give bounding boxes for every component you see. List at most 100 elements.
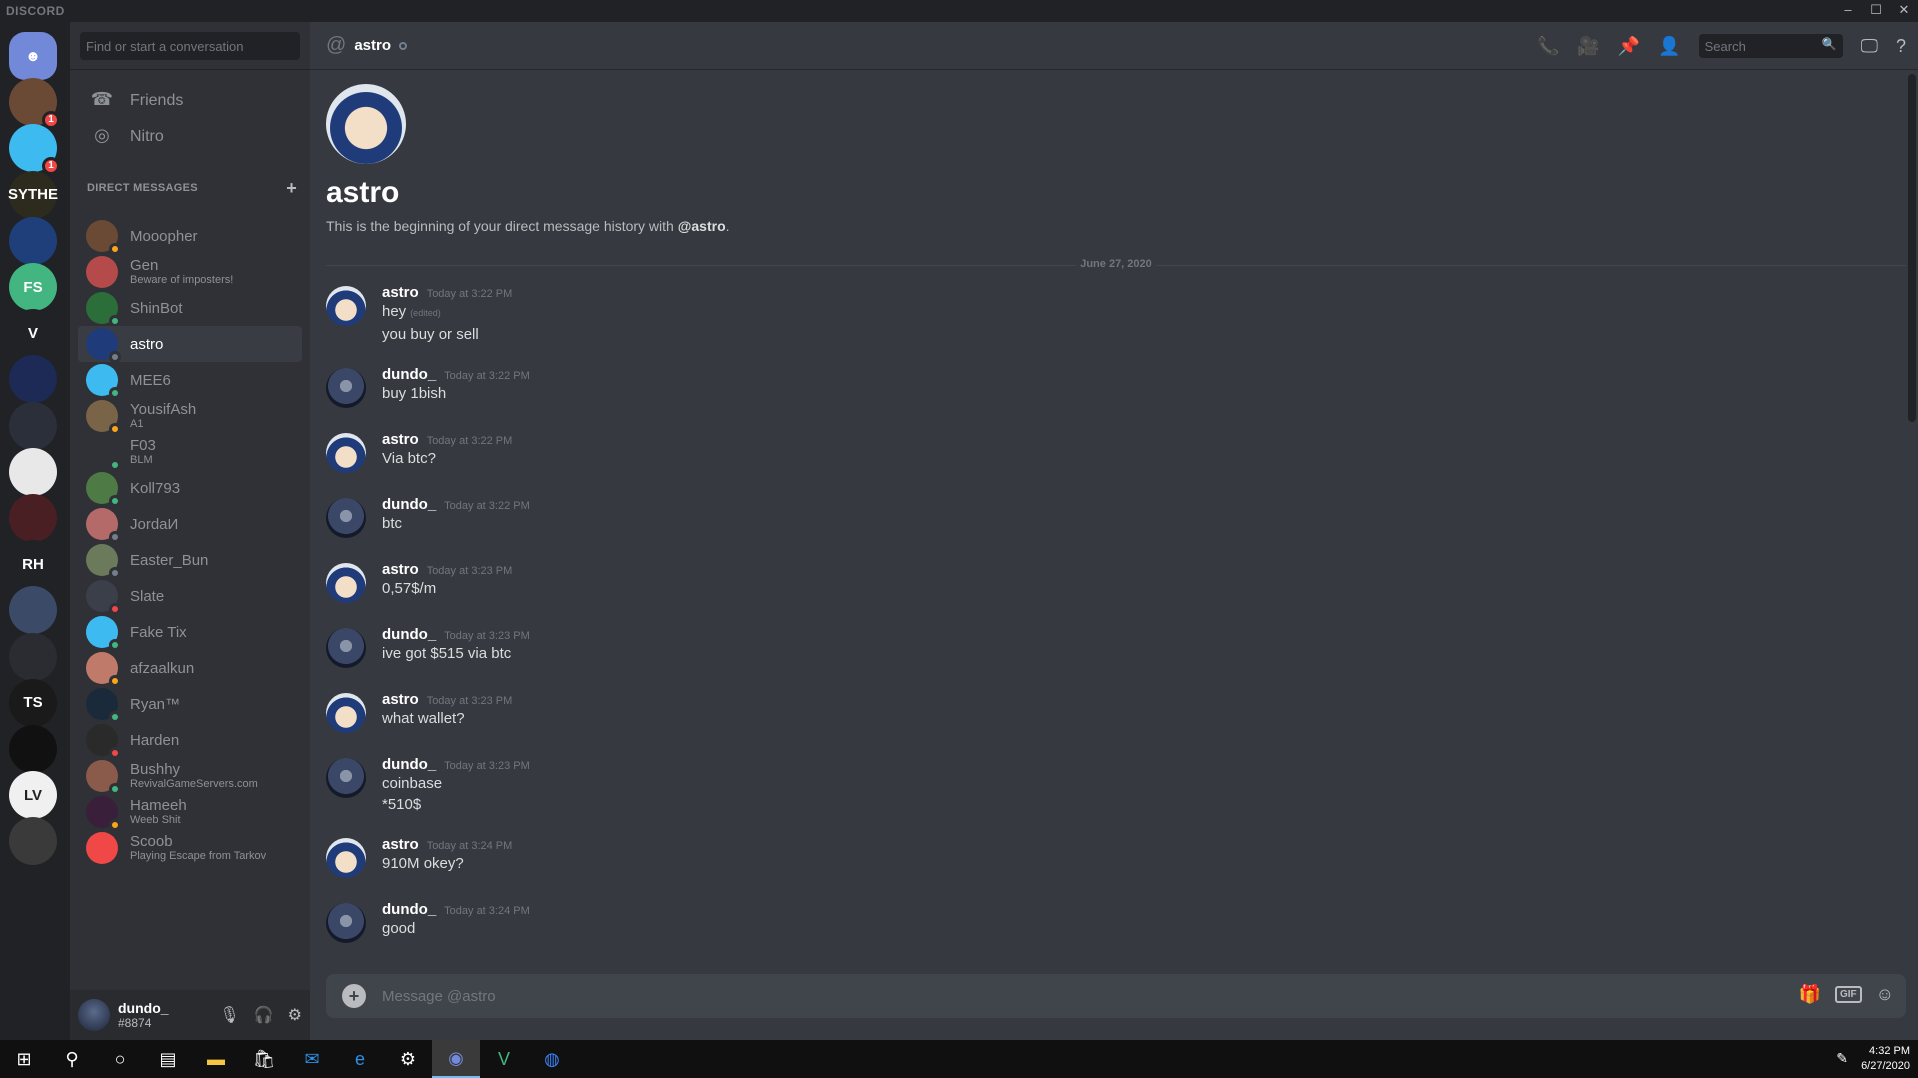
message[interactable]: dundo_ Today at 3:23 PM coinbase *510$ bbox=[326, 756, 1906, 815]
server-icon[interactable]: TS bbox=[9, 678, 57, 727]
server-icon[interactable]: RH bbox=[9, 540, 57, 589]
voice-call-icon[interactable]: 📞 bbox=[1537, 36, 1559, 57]
dm-item[interactable]: astro bbox=[78, 326, 302, 363]
server-icon[interactable]: 1 bbox=[9, 78, 60, 130]
dm-item[interactable]: Hameeh Weeb Shit bbox=[78, 794, 302, 831]
message-author[interactable]: dundo_ bbox=[382, 756, 436, 773]
recipient-avatar[interactable] bbox=[326, 84, 406, 164]
server-icon[interactable] bbox=[9, 401, 57, 450]
create-dm-icon[interactable]: + bbox=[286, 178, 297, 199]
message[interactable]: astro Today at 3:23 PM 0,57$/m bbox=[326, 561, 1906, 605]
dm-item[interactable]: Mooopher bbox=[78, 218, 302, 255]
message[interactable]: dundo_ Today at 3:24 PM good bbox=[326, 901, 1906, 945]
settings-gear-icon[interactable]: ⚙ bbox=[288, 1005, 302, 1025]
message[interactable]: astro Today at 3:22 PM hey (edited) you buy … bbox=[326, 284, 1906, 345]
dm-item[interactable]: JordaИ bbox=[78, 506, 302, 543]
server-icon[interactable] bbox=[9, 817, 57, 866]
dm-item[interactable]: Bushhy RevivalGameServers.com bbox=[78, 758, 302, 795]
message-avatar[interactable] bbox=[326, 693, 366, 733]
nitro-nav-item[interactable]: ◎ Nitro bbox=[78, 116, 302, 158]
server-icon[interactable] bbox=[9, 725, 57, 773]
maximize-icon[interactable]: ☐ bbox=[1862, 0, 1890, 22]
add-friend-icon[interactable]: 👤 bbox=[1658, 36, 1680, 57]
pinned-messages-icon[interactable]: 📌 bbox=[1618, 36, 1640, 57]
dm-item[interactable]: YousifAsh A1 bbox=[78, 398, 302, 435]
microphone-icon[interactable]: 🎙 bbox=[219, 1005, 239, 1025]
message[interactable]: dundo_ Today at 3:22 PM btc bbox=[326, 496, 1906, 540]
search-input[interactable]: Search 🔍 bbox=[1698, 34, 1843, 58]
message-avatar[interactable] bbox=[326, 628, 366, 668]
dm-item[interactable]: Harden bbox=[78, 722, 302, 759]
taskbar-search-icon[interactable]: ⚲ bbox=[48, 1040, 96, 1078]
message-avatar[interactable] bbox=[326, 498, 366, 538]
server-icon[interactable]: SYTHE bbox=[8, 170, 58, 219]
store-icon[interactable]: 🛍 bbox=[240, 1040, 288, 1078]
edge-icon[interactable]: e bbox=[336, 1040, 384, 1078]
message[interactable]: astro Today at 3:24 PM 910M okey? bbox=[326, 836, 1906, 880]
server-icon[interactable] bbox=[9, 355, 57, 404]
message-author[interactable]: dundo_ bbox=[382, 901, 436, 918]
message[interactable]: astro Today at 3:23 PM what wallet? bbox=[326, 691, 1906, 735]
dm-item[interactable]: Scoob Playing Escape from Tarkov bbox=[78, 830, 302, 866]
server-icon[interactable] bbox=[9, 494, 57, 542]
find-conversation-button[interactable]: Find or start a conversation bbox=[80, 32, 300, 60]
server-icon[interactable] bbox=[9, 632, 57, 681]
message-author[interactable]: astro bbox=[382, 691, 419, 708]
home-icon[interactable]: ☻ bbox=[9, 32, 57, 80]
dm-item[interactable]: MEE6 bbox=[78, 362, 302, 399]
message-avatar[interactable] bbox=[326, 563, 366, 603]
message-author[interactable]: dundo_ bbox=[382, 366, 436, 383]
message-author[interactable]: dundo_ bbox=[382, 626, 436, 643]
server-icon[interactable] bbox=[9, 447, 57, 496]
dm-item[interactable]: Slate bbox=[78, 578, 302, 615]
cortana-icon[interactable]: ○ bbox=[96, 1040, 144, 1078]
server-icon[interactable]: FS bbox=[9, 263, 57, 311]
message[interactable]: astro Today at 3:22 PM Via btc? bbox=[326, 431, 1906, 475]
dm-item[interactable]: Easter_Bun bbox=[78, 542, 302, 579]
dm-item[interactable]: Gen Beware of imposters! bbox=[78, 254, 302, 290]
emoji-icon[interactable]: ☺ bbox=[1876, 984, 1894, 1005]
server-icon[interactable]: LV bbox=[9, 771, 57, 820]
message[interactable]: dundo_ Today at 3:23 PM ive got $515 via b… bbox=[326, 626, 1906, 670]
minimize-icon[interactable]: – bbox=[1834, 0, 1862, 22]
scrollbar[interactable] bbox=[1908, 74, 1916, 422]
server-icon[interactable] bbox=[9, 586, 57, 635]
close-icon[interactable]: ✕ bbox=[1890, 0, 1918, 22]
app-taskbar-icon[interactable]: ◍ bbox=[528, 1040, 576, 1078]
dm-item[interactable]: Fake Tix bbox=[78, 614, 302, 651]
inbox-icon[interactable]: 🖵 bbox=[1861, 36, 1878, 57]
headphones-icon[interactable]: 🎧 bbox=[254, 1005, 274, 1025]
message-author[interactable]: astro bbox=[382, 836, 419, 853]
message-author[interactable]: astro bbox=[382, 284, 419, 301]
discord-taskbar-icon[interactable]: ◉ bbox=[432, 1040, 480, 1078]
server-icon[interactable] bbox=[9, 216, 57, 265]
message-avatar[interactable] bbox=[326, 758, 366, 798]
task-view-icon[interactable]: ▤ bbox=[144, 1040, 192, 1078]
message[interactable]: dundo_ Today at 3:22 PM buy 1bish bbox=[326, 366, 1906, 410]
message-avatar[interactable] bbox=[326, 286, 366, 326]
message-composer[interactable]: + Message @astro 🎁 GIF ☺ bbox=[326, 974, 1906, 1018]
welcome-mention[interactable]: @astro bbox=[678, 218, 726, 234]
message-author[interactable]: dundo_ bbox=[382, 496, 436, 513]
dm-item[interactable]: Ryan™ bbox=[78, 686, 302, 723]
gif-button[interactable]: GIF bbox=[1834, 986, 1862, 1003]
pen-icon[interactable]: ✎ bbox=[1836, 1050, 1848, 1067]
message-avatar[interactable] bbox=[326, 838, 366, 878]
system-clock[interactable]: 4:32 PM 6/27/2020 bbox=[1861, 1044, 1910, 1074]
message-avatar[interactable] bbox=[326, 368, 366, 408]
user-avatar[interactable] bbox=[78, 999, 110, 1031]
message-author[interactable]: astro bbox=[382, 431, 419, 448]
mail-icon[interactable]: ✉ bbox=[288, 1040, 336, 1078]
settings-icon[interactable]: ⚙ bbox=[384, 1040, 432, 1078]
dm-item[interactable]: ShinBot bbox=[78, 290, 302, 327]
help-icon[interactable]: ? bbox=[1896, 36, 1906, 57]
dm-item[interactable]: F03 BLM bbox=[78, 434, 302, 471]
gift-icon[interactable]: 🎁 bbox=[1799, 984, 1821, 1005]
message-author[interactable]: astro bbox=[382, 561, 419, 578]
video-call-icon[interactable]: 🎥 bbox=[1577, 36, 1599, 57]
dm-item[interactable]: afzaalkun bbox=[78, 650, 302, 687]
server-icon[interactable]: V bbox=[9, 309, 57, 358]
message-avatar[interactable] bbox=[326, 433, 366, 473]
message-avatar[interactable] bbox=[326, 903, 366, 943]
file-explorer-icon[interactable]: ▬ bbox=[192, 1040, 240, 1078]
